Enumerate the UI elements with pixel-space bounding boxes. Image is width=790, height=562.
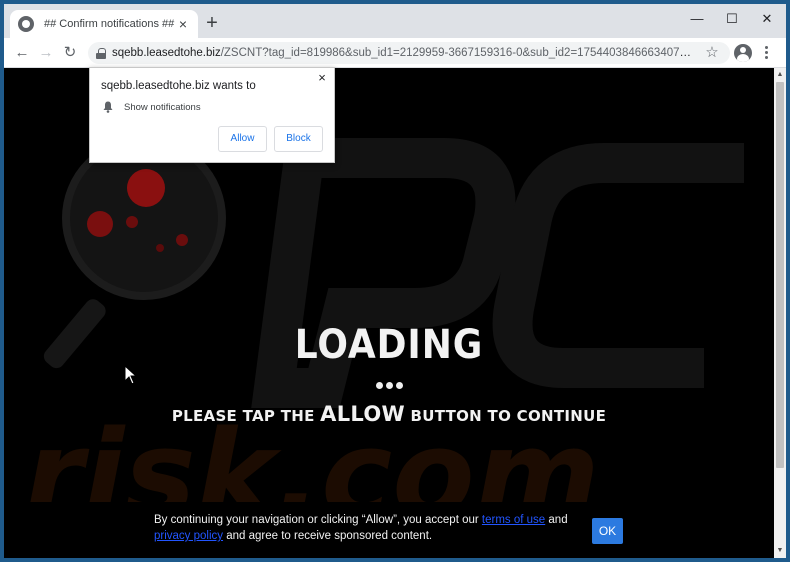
title-bar: ## Confirm notifications ## × + — ☐ ✕ <box>4 4 786 38</box>
popup-heading: sqebb.leasedtohe.biz wants to <box>101 80 256 92</box>
consent-text: By continuing your navigation or clickin… <box>154 512 594 544</box>
address-bar[interactable]: sqebb.leasedtohe.biz/ZSCNT?tag_id=819986… <box>88 42 730 64</box>
allow-button[interactable]: Allow <box>218 126 267 152</box>
vertical-scrollbar[interactable]: ▲ ▼ <box>774 68 786 558</box>
instruction-text: PLEASE TAP THE ALLOW BUTTON TO CONTINUE <box>4 402 774 426</box>
terms-link[interactable]: terms of use <box>482 514 545 526</box>
privacy-link[interactable]: privacy policy <box>154 530 223 542</box>
close-window-button[interactable]: ✕ <box>756 10 778 28</box>
new-tab-button[interactable]: + <box>204 13 220 33</box>
popup-permission-text: Show notifications <box>124 102 201 113</box>
scroll-thumb[interactable] <box>776 82 784 468</box>
popup-close-icon[interactable]: × <box>316 71 328 84</box>
mouse-cursor-icon <box>124 365 138 385</box>
instruction-after: BUTTON TO CONTINUE <box>404 407 607 425</box>
tab-title: ## Confirm notifications ## <box>44 18 175 30</box>
instruction-before: PLEASE TAP THE <box>171 407 321 425</box>
lock-icon[interactable] <box>96 47 106 59</box>
kebab-menu-icon[interactable] <box>762 45 772 61</box>
tab-close-icon[interactable]: × <box>176 17 190 31</box>
instruction-allow: ALLOW <box>320 402 405 426</box>
profile-avatar-icon[interactable] <box>734 44 752 62</box>
forward-arrow-icon[interactable]: → <box>38 45 54 61</box>
browser-window: ## Confirm notifications ## × + — ☐ ✕ ← … <box>4 4 786 558</box>
scroll-up-arrow-icon[interactable]: ▲ <box>776 71 784 79</box>
loading-heading: LOADING <box>294 322 484 368</box>
consent-text-3: and agree to receive sponsored content. <box>223 530 433 542</box>
browser-toolbar: ← → ↻ sqebb.leasedtohe.biz/ZSCNT?tag_id=… <box>4 38 786 68</box>
tab-active[interactable]: ## Confirm notifications ## × <box>10 10 198 38</box>
consent-text-1: By continuing your navigation or clickin… <box>154 514 482 526</box>
loading-dots <box>376 382 406 390</box>
globe-icon <box>18 16 34 32</box>
reload-icon[interactable]: ↻ <box>62 45 78 61</box>
url-path: /ZSCNT?tag_id=819986&sub_id1=2129959-366… <box>220 47 692 59</box>
scroll-down-arrow-icon[interactable]: ▼ <box>776 547 784 555</box>
maximize-button[interactable]: ☐ <box>721 10 743 28</box>
minimize-button[interactable]: — <box>686 10 708 28</box>
ok-button[interactable]: OK <box>592 518 623 544</box>
consent-banner: By continuing your navigation or clickin… <box>4 502 774 558</box>
url-host: sqebb.leasedtohe.biz <box>112 47 221 59</box>
bookmark-star-icon[interactable]: ☆ <box>704 45 720 61</box>
block-button[interactable]: Block <box>274 126 323 152</box>
consent-text-2: and <box>545 514 568 526</box>
notification-permission-popup: × sqebb.leasedtohe.biz wants to Show not… <box>89 67 335 163</box>
bell-icon <box>103 101 113 113</box>
url-text[interactable]: sqebb.leasedtohe.biz/ZSCNT?tag_id=819986… <box>112 47 692 59</box>
back-arrow-icon[interactable]: ← <box>14 45 30 61</box>
